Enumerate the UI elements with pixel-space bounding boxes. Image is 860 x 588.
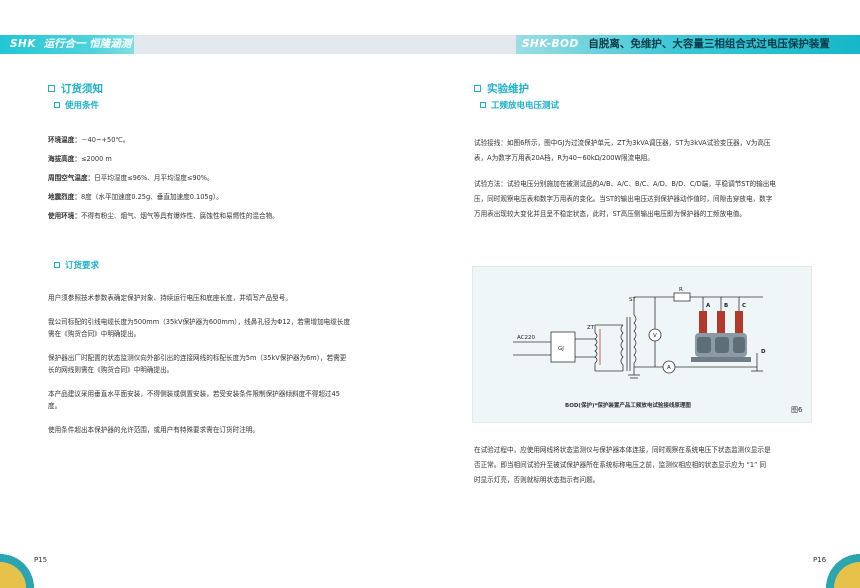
subsection-title-text: 工频放电电压测试 <box>491 101 560 111</box>
paragraph-line: 试验接线：如图6所示，图中GJ为过流保护单元，ZT为3kVA调压器，ST为3kV… <box>474 139 771 147</box>
circuit-schematic: AC220 GJ ZT ST R V A A B C D <box>513 287 766 379</box>
condition-item: 使用环境：不得有粉尘、烟气、烟气等具有爆炸性、腐蚀性和易燃性的混合物。 <box>48 207 428 226</box>
after-test-description: 在试验过程中，应使用网线将状态监测仪与保护器本体连接，同时观察在系统电压下状态监… <box>474 443 824 488</box>
paragraph-line: 否正常。即当相间试验升至被试保护器所在系统标称电压之前，监测仪相应相的状态显示应… <box>474 461 767 469</box>
paragraph-line: 需在《购货合同》中明确提出。 <box>48 330 141 338</box>
label-zt: ZT <box>587 325 595 331</box>
condition-label: 海拔高度： <box>48 155 81 163</box>
wiring-description: 试验接线：如图6所示，图中GJ为过流保护单元，ZT为3kVA调压器，ST为3kV… <box>474 136 824 166</box>
figure-number: 图6 <box>791 406 803 414</box>
section-title-text: 订货须知 <box>61 83 103 95</box>
paragraph-line: 度。 <box>48 402 62 410</box>
paragraph-line: 压，同时观察电压表和数字万用表的变化。当ST的输出电压达到保护器动作值时，间隙击… <box>474 195 773 203</box>
paragraph-line: 我公司标配的引线电缆长度为500mm（35kV保护器为600mm），线鼻孔径为Φ… <box>48 318 351 326</box>
header-band-middle <box>134 35 516 54</box>
order-paragraph: 本产品建议采用垂直水平面安装，不得侧装或倒置安装，若受安装条件限制保护器倾斜度不… <box>48 388 428 412</box>
corner-decoration-right <box>820 548 860 588</box>
condition-label: 周围空气温度： <box>48 174 95 182</box>
square-bullet-icon <box>480 102 486 108</box>
diagram-caption: BOD(保护)*保护装置产品工频放电试验接线原理图 <box>565 403 691 409</box>
order-paragraph: 保护器出厂时配置的状态监测仪向外部引出的连接网线的标配长度为5m（35kV保护器… <box>48 352 428 376</box>
paragraph-line: 万用表出现较大变化并且呈不稳定状态，此时，ST高压侧输出电压即为保护器的工频放电… <box>474 210 746 218</box>
label-gj: GJ <box>558 346 564 352</box>
order-requirements: 用户须参照技术参数表确定保护对象、持续运行电压和底座长度，并填写产品型号。 我公… <box>48 292 428 436</box>
subsection-title-text: 使用条件 <box>65 101 100 111</box>
label-ac220: AC220 <box>517 335 536 341</box>
condition-label: 使用环境： <box>48 212 81 220</box>
section-title-ordering: 订货须知 <box>48 81 103 96</box>
condition-item: 环境温度：－40~+50℃。 <box>48 131 428 150</box>
label-phase-a: A <box>706 303 711 309</box>
brand-logo: SHK <box>10 38 36 50</box>
subsection-title-conditions: 使用条件 <box>54 99 99 111</box>
paragraph-line: 试验方法：试验电压分别施加在被测试品的A/B、A/C、B/C、A/D、B/D、C… <box>474 180 776 188</box>
paragraph-line: 用户须参照技术参数表确定保护对象、持续运行电压和底座长度，并填写产品型号。 <box>48 294 292 302</box>
label-st: ST <box>629 297 636 303</box>
paragraph-line: 使用条件超出本保护器的允许范围，或用户有特殊要求需在订货时注明。 <box>48 426 259 434</box>
product-title: 自脱离、免维护、大容量三相组合式过电压保护装置 <box>588 38 830 50</box>
section-title-testing: 实验维护 <box>474 81 529 96</box>
subsection-title-text: 订货要求 <box>65 261 100 271</box>
paragraph-line: 时显示灯亮，否则就标明状态指示有问题。 <box>474 476 600 484</box>
condition-item: 地震烈度：8度（水平加速度0.25g、垂直加速度0.105g）。 <box>48 188 428 207</box>
product-model: SHK-BOD <box>522 38 579 50</box>
order-paragraph: 用户须参照技术参数表确定保护对象、持续运行电压和底座长度，并填写产品型号。 <box>48 292 428 304</box>
method-description: 试验方法：试验电压分别施加在被测试品的A/B、A/C、B/C、A/D、B/D、C… <box>474 177 824 222</box>
condition-label: 地震烈度： <box>48 193 81 201</box>
header-right-text: SHK-BOD 自脱离、免维护、大容量三相组合式过电压保护装置 <box>522 35 830 54</box>
square-bullet-icon <box>54 102 60 108</box>
order-paragraph: 我公司标配的引线电缆长度为500mm（35kV保护器为600mm），线鼻孔径为Φ… <box>48 316 428 340</box>
subsection-title-order-req: 订货要求 <box>54 259 99 271</box>
conditions-list: 环境温度：－40~+50℃。 海拔高度：≤2000 m 周围空气温度：日平均湿度… <box>48 131 428 226</box>
label-v: V <box>653 333 657 339</box>
square-bullet-icon <box>54 262 60 268</box>
label-phase-b: B <box>724 303 728 309</box>
paragraph-line: 在试验过程中，应使用网线将状态监测仪与保护器本体连接，同时观察在系统电压下状态监… <box>474 446 771 454</box>
condition-value: 日平均湿度≤96%、月平均湿度≤90%。 <box>94 174 214 182</box>
label-r: R <box>679 287 683 293</box>
label-phase-c: C <box>742 303 746 309</box>
order-paragraph: 使用条件超出本保护器的允许范围，或用户有特殊要求需在订货时注明。 <box>48 424 428 436</box>
square-bullet-icon <box>474 85 481 92</box>
paragraph-line: 保护器出厂时配置的状态监测仪向外部引出的连接网线的标配长度为5m（35kV保护器… <box>48 354 347 362</box>
condition-value: 8度（水平加速度0.25g、垂直加速度0.105g）。 <box>80 193 223 201</box>
subsection-title-power-freq: 工频放电电压测试 <box>480 99 559 111</box>
condition-value: 不得有粉尘、烟气、烟气等具有爆炸性、腐蚀性和易燃性的混合物。 <box>80 212 279 220</box>
paragraph-line: 长的网线则需在《购货合同》中明确提出。 <box>48 366 174 374</box>
condition-label: 环境温度： <box>48 136 81 144</box>
condition-value: ≤2000 m <box>80 155 112 163</box>
header-left-text: SHK 运行合一 恒隆涵测 <box>10 35 131 54</box>
label-phase-d: D <box>761 349 766 355</box>
paragraph-line: 表，A为数字万用表20A档，R为40~60kΩ/200W限流电阻。 <box>474 154 654 162</box>
condition-value: －40~+50℃。 <box>80 136 130 144</box>
condition-item: 周围空气温度：日平均湿度≤96%、月平均湿度≤90%。 <box>48 169 428 188</box>
header-slogan: 运行合一 恒隆涵测 <box>43 38 132 50</box>
square-bullet-icon <box>48 85 55 92</box>
paragraph-line: 本产品建议采用垂直水平面安装，不得侧装或倒置安装，若受安装条件限制保护器倾斜度不… <box>48 390 340 398</box>
condition-item: 海拔高度：≤2000 m <box>48 150 428 169</box>
label-a-meter: A <box>667 365 671 371</box>
section-title-text: 实验维护 <box>487 83 529 95</box>
corner-decoration-left <box>0 548 40 588</box>
test-circuit-diagram: AC220 GJ ZT ST R V A A B C D BOD(保护)*保护装… <box>472 266 812 423</box>
